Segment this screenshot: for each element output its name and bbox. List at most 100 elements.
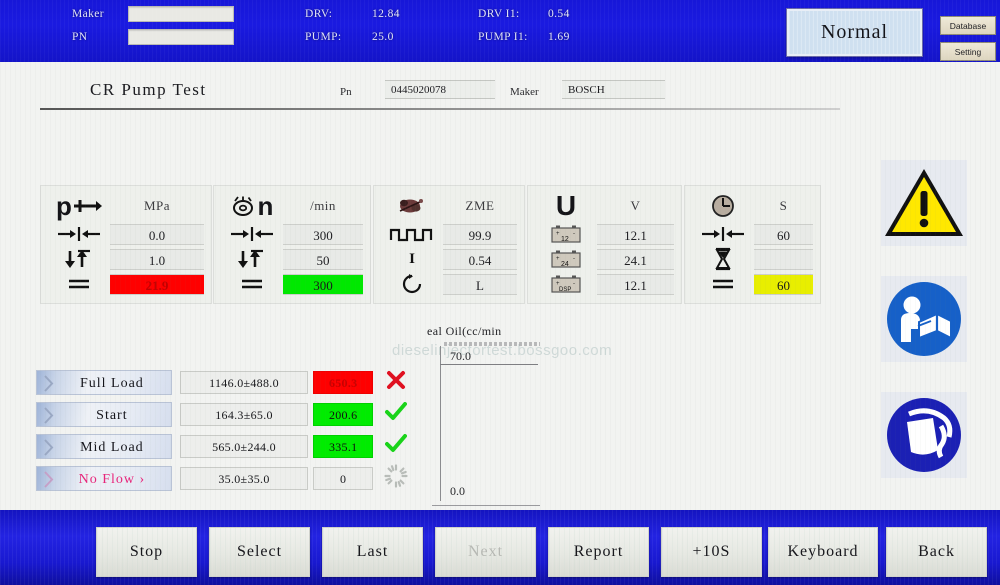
pressure-row-actual: 21.9 [48, 272, 204, 296]
flow-chart: eal Oil(cc/min dieselinjectortest.bossgo… [392, 324, 862, 539]
top-header-bar: Maker PN DRV: 12.84 PUMP: 25.0 DRV I1: 0… [0, 0, 1000, 62]
time-unit: S [779, 198, 788, 213]
svg-text:-: - [573, 256, 575, 262]
panel-zme-header: ZME [381, 191, 517, 221]
voltage-row-12v: + - 12 12.1 [535, 222, 674, 246]
pressure-actual-value: 21.9 [110, 273, 204, 295]
database-button[interactable]: Database [940, 16, 996, 35]
header-pn-label: PN [72, 31, 88, 43]
chart-y-axis [440, 346, 441, 501]
maker-field[interactable]: BOSCH [562, 80, 665, 99]
current-i-icon: I [409, 250, 415, 267]
pressure-row-setpoint: 0.0 [48, 222, 204, 246]
svg-text:DSP: DSP [559, 287, 571, 293]
result-status-running-spinner-icon [379, 464, 412, 493]
panel-voltage-header: U V [535, 191, 674, 221]
time-row-elapsed [692, 247, 813, 271]
chart-y-tick-min: 0.0 [450, 484, 465, 498]
svg-text:24: 24 [561, 261, 569, 268]
zme-current-value: 0.54 [443, 248, 517, 270]
header-drv-value: 12.84 [372, 8, 400, 20]
main-content-area: CR Pump Test Pn 0445020078 Maker BOSCH p… [0, 62, 1000, 524]
test-results-table: Full Load 1146.0±488.0 650.3 Start 164.3… [36, 370, 412, 498]
hourglass-icon [692, 247, 754, 271]
refresh-circle-icon [381, 273, 443, 295]
face-shield-icon [881, 392, 967, 478]
keyboard-button[interactable]: Keyboard [768, 527, 878, 577]
warning-triangle-icon [881, 160, 967, 246]
table-row[interactable]: Mid Load 565.0±244.0 335.1 [36, 434, 412, 459]
battery-dsp-icon: + - DSP [535, 274, 597, 294]
chart-title: eal Oil(cc/min [427, 324, 502, 338]
zme-row-current: I 0.54 [381, 247, 517, 271]
speed-setpoint-value: 300 [283, 223, 363, 245]
result-measured: 335.1 [313, 435, 374, 458]
report-button[interactable]: Report [548, 527, 649, 577]
next-button[interactable]: Next [435, 527, 536, 577]
voltage-dsp-value: 12.1 [597, 273, 674, 295]
pwm-square-wave-icon [381, 225, 443, 243]
pressure-unit: MPa [143, 198, 171, 213]
result-name-label: Start [96, 408, 128, 423]
zme-mode-value: L [443, 273, 517, 295]
panel-time: S 60 60 [684, 185, 821, 304]
voltage-u-icon: U [535, 192, 597, 220]
pressure-setpoint-value: 0.0 [110, 223, 204, 245]
voltage-24v-value: 24.1 [597, 248, 674, 270]
result-name-start: Start [36, 402, 172, 427]
battery-12-icon: + - 12 [535, 224, 597, 244]
header-pump-label: PUMP: [305, 31, 342, 43]
select-button[interactable]: Select [209, 527, 310, 577]
target-width-icon [221, 226, 283, 242]
chevron-right-icon [44, 407, 54, 424]
panel-speed: n /min 300 50 300 [213, 185, 371, 304]
part-number-field[interactable]: 0445020078 [385, 80, 495, 99]
table-row[interactable]: No Flow › 35.0±35.0 0 [36, 464, 412, 493]
panel-pressure-header: p MPa [48, 191, 204, 221]
header-pn-input[interactable] [128, 29, 234, 45]
add-10s-button[interactable]: +10S [661, 527, 762, 577]
time-elapsed-value [754, 248, 813, 270]
time-row-actual: 60 [692, 272, 813, 296]
read-manual-icon [881, 276, 967, 362]
stop-button[interactable]: Stop [96, 527, 197, 577]
table-row[interactable]: Full Load 1146.0±488.0 650.3 [36, 370, 412, 395]
svg-text:-: - [573, 281, 575, 287]
pressure-arrow-icon [73, 200, 102, 212]
result-name-label: Full Load [79, 376, 144, 391]
speed-tolerance-value: 50 [283, 248, 363, 270]
speed-symbol-group: n [221, 193, 283, 219]
result-name-full-load: Full Load [36, 370, 172, 395]
last-button[interactable]: Last [322, 527, 423, 577]
zme-row-pwm: 99.9 [381, 222, 517, 246]
time-actual-value: 60 [754, 273, 813, 295]
header-pump-value: 25.0 [372, 31, 394, 43]
result-measured: 650.3 [313, 371, 374, 394]
setting-button[interactable]: Setting [940, 42, 996, 61]
table-row[interactable]: Start 164.3±65.0 200.6 [36, 402, 412, 427]
chevron-right-icon [44, 375, 54, 392]
result-name-mid-load: Mid Load [36, 434, 172, 459]
database-button-label: Database [949, 20, 987, 31]
equals-icon [692, 276, 754, 292]
result-status-fail-icon [379, 370, 412, 395]
speed-actual-value: 300 [283, 273, 363, 295]
back-button[interactable]: Back [886, 527, 987, 577]
title-divider [40, 108, 840, 110]
panel-zme: ZME 99.9 I 0.54 L [373, 185, 525, 304]
battery-24-icon: + - 24 [535, 249, 597, 269]
zme-unit: ZME [465, 198, 495, 213]
panel-voltage: U V + - 12 12.1 + - 24 24.1 + - DSP 12.1 [527, 185, 682, 304]
header-maker-input[interactable] [128, 6, 234, 22]
zme-valve-icon [381, 195, 443, 217]
chart-y-top-gridline [440, 364, 538, 365]
speed-unit: /min [310, 198, 336, 213]
chevron-right-icon [44, 439, 54, 456]
result-spec: 35.0±35.0 [179, 467, 309, 490]
result-name-no-flow: No Flow › [36, 466, 172, 491]
part-number-label: Pn [340, 86, 352, 98]
speed-n-letter: n [257, 191, 274, 221]
speed-row-setpoint: 300 [221, 222, 363, 246]
result-name-label: Mid Load [80, 440, 144, 455]
voltage-row-24v: + - 24 24.1 [535, 247, 674, 271]
